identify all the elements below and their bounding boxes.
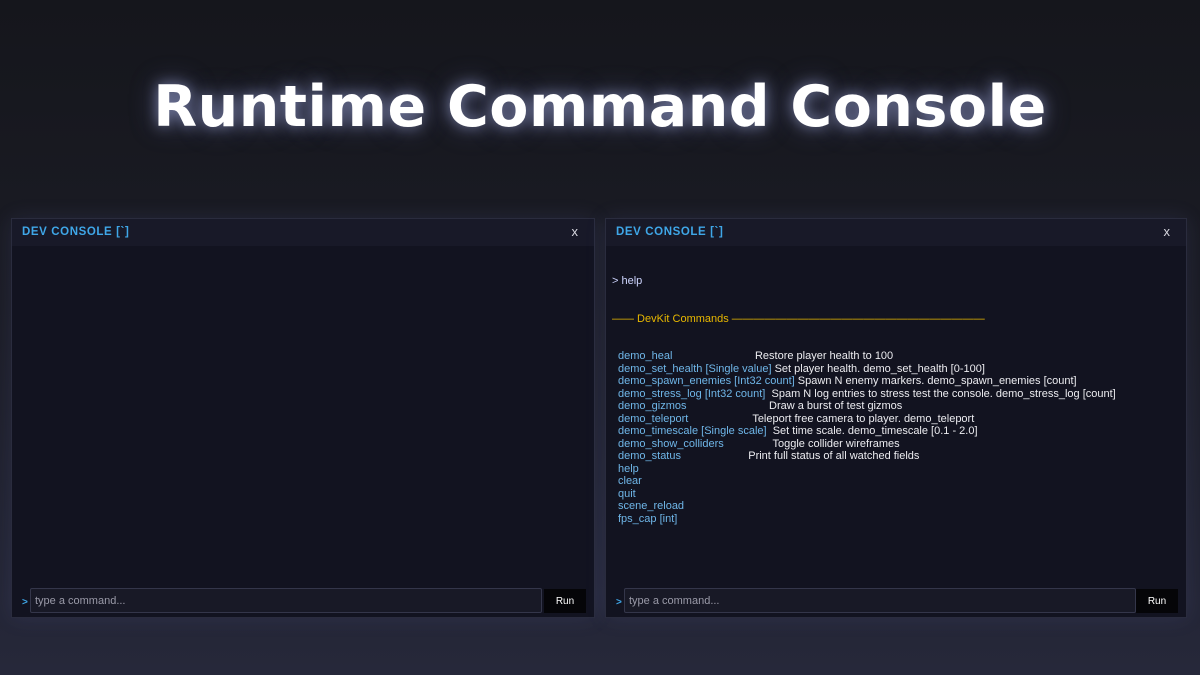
command-description: Set player health. demo_set_health [0-10…: [774, 362, 985, 375]
command-spacer: [688, 413, 752, 425]
command-name: demo_heal: [618, 350, 673, 362]
log-echo-line: > help: [612, 275, 643, 287]
command-description: Draw a burst of test gizmos: [769, 400, 903, 412]
command-name: demo_status: [618, 450, 681, 462]
command-name: demo_show_colliders: [618, 437, 724, 450]
log-command-line: demo_heal Restore player health to 100: [612, 350, 1180, 363]
command-description: Spawn N enemy markers. demo_spawn_enemie…: [797, 375, 1077, 387]
command-name: fps_cap [int]: [618, 512, 678, 525]
log-command-line: demo_teleport Teleport free camera to pl…: [612, 413, 1180, 426]
command-description: Teleport free camera to player. demo_tel…: [752, 412, 975, 425]
log-command-line: fps_cap [int]: [612, 513, 1180, 526]
command-name: demo_gizmos: [618, 400, 687, 412]
command-description: Toggle collider wireframes: [772, 437, 900, 450]
command-description: Restore player health to 100: [754, 350, 894, 362]
command-name: demo_teleport: [618, 412, 689, 425]
run-button[interactable]: Run: [544, 589, 586, 613]
dev-console-left: DEV CONSOLE [`] x > Run: [11, 218, 595, 618]
command-name: help: [618, 462, 639, 475]
command-name: demo_timescale [Single scale]: [618, 425, 767, 437]
command-name: demo_spawn_enemies [Int32 count]: [618, 375, 795, 387]
command-spacer: [681, 450, 748, 462]
command-name: scene_reload: [618, 500, 685, 512]
command-name: demo_set_health [Single value]: [618, 362, 772, 375]
log-command-line: clear: [612, 475, 1180, 488]
log-command-line: demo_spawn_enemies [Int32 count] Spawn N…: [612, 375, 1180, 388]
run-button[interactable]: Run: [1136, 589, 1178, 613]
command-spacer: [686, 400, 769, 412]
console-header: DEV CONSOLE [`] x: [606, 219, 1186, 246]
dev-console-right: DEV CONSOLE [`] x > help —— DevKit Comma…: [605, 218, 1187, 618]
console-header: DEV CONSOLE [`] x: [12, 219, 594, 246]
prompt-chevron-icon: >: [22, 597, 28, 608]
log-command-line: demo_stress_log [Int32 count] Spam N log…: [612, 388, 1180, 401]
command-name: demo_stress_log [Int32 count]: [618, 387, 766, 400]
console-log: > help —— DevKit Commands ——————————————…: [612, 250, 1180, 525]
console-title: DEV CONSOLE [`]: [22, 226, 130, 238]
log-command-line: help: [612, 463, 1180, 476]
command-name: quit: [618, 487, 636, 500]
command-description: Spam N log entries to stress test the co…: [771, 387, 1116, 400]
log-command-line: demo_show_colliders Toggle collider wire…: [612, 438, 1180, 451]
command-spacer: [724, 438, 773, 450]
log-section-header: —— DevKit Commands —————————————————————…: [612, 312, 985, 325]
command-input[interactable]: [30, 588, 542, 613]
log-command-line: demo_status Print full status of all wat…: [612, 450, 1180, 463]
command-description: Set time scale. demo_timescale [0.1 - 2.…: [772, 425, 978, 437]
command-input[interactable]: [624, 588, 1136, 613]
command-spacer: [672, 350, 755, 362]
page-title: Runtime Command Console: [153, 74, 1047, 140]
prompt-chevron-icon: >: [616, 597, 622, 608]
log-command-line: demo_timescale [Single scale] Set time s…: [612, 425, 1180, 438]
console-title: DEV CONSOLE [`]: [616, 226, 724, 238]
command-name: clear: [618, 475, 642, 487]
log-command-line: quit: [612, 488, 1180, 501]
log-command-line: demo_set_health [Single value] Set playe…: [612, 363, 1180, 376]
close-icon[interactable]: x: [572, 224, 579, 239]
log-command-line: scene_reload: [612, 500, 1180, 513]
close-icon[interactable]: x: [1164, 224, 1171, 239]
command-description: Print full status of all watched fields: [748, 450, 920, 462]
log-command-line: demo_gizmos Draw a burst of test gizmos: [612, 400, 1180, 413]
